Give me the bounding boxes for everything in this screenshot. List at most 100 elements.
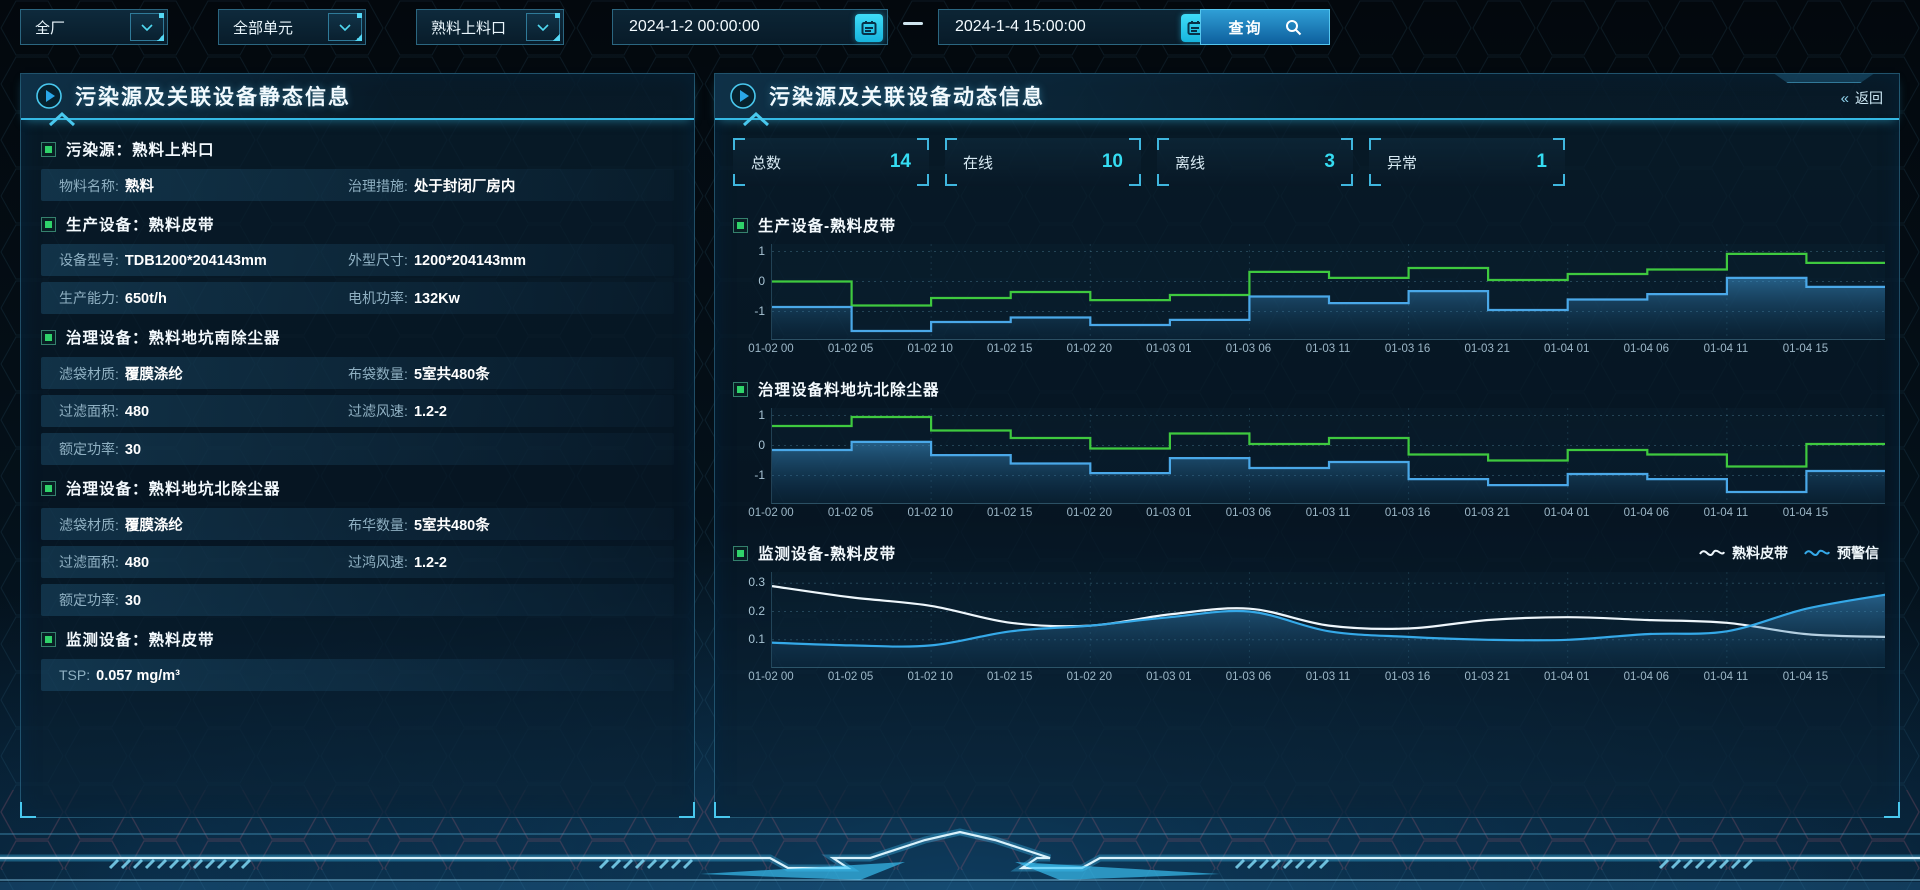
info-value: 30 — [125, 593, 141, 609]
info-cell: 额定功率: 30 — [59, 590, 674, 610]
legend-item-熟料皮带[interactable]: 熟料皮带 — [1699, 543, 1788, 563]
stat-box-异常[interactable]: 异常1 — [1369, 138, 1565, 186]
info-cell: 物料名称:熟料 — [59, 175, 348, 196]
chevron-down-icon — [328, 13, 362, 41]
x-axis-tick: 01-03 21 — [1464, 343, 1509, 355]
legend-item-预警信[interactable]: 预警信 — [1804, 543, 1879, 563]
search-button[interactable]: 查询 — [1200, 9, 1330, 45]
stat-box-离线[interactable]: 离线 3 — [1157, 138, 1353, 186]
y-axis-tick: 0.3 — [733, 575, 765, 589]
info-label: 额定功率: — [59, 590, 119, 610]
y-axis-tick: -1 — [733, 304, 765, 318]
stat-value: 10 — [1102, 151, 1123, 173]
source-select[interactable]: 熟料上料口 — [416, 9, 564, 45]
x-axis-tick: 01-03 06 — [1226, 671, 1271, 683]
back-button[interactable]: « 返回 — [1841, 88, 1883, 108]
x-axis-tick: 01-02 20 — [1067, 507, 1112, 519]
stat-value: 3 — [1324, 151, 1335, 173]
chart-section-2: 监测设备-熟料皮带熟料皮带预警信0.30.20.101-02 0001-02 0… — [733, 540, 1881, 689]
x-axis-tick: 01-02 00 — [748, 507, 793, 519]
chart-plot-0[interactable] — [771, 244, 1885, 340]
stat-label: 离线 — [1175, 152, 1205, 173]
info-label: 过滤面积: — [59, 401, 119, 421]
green-square-icon — [41, 330, 56, 345]
end-datetime-value: 2024-1-4 15:00:00 — [955, 18, 1086, 36]
info-cell: 布袋数量:5室共480条 — [348, 363, 637, 384]
info-value: 5室共480条 — [414, 363, 490, 384]
info-value: 5室共480条 — [414, 514, 490, 535]
x-axis-tick: 01-02 00 — [748, 343, 793, 355]
plant-select[interactable]: 全厂 — [20, 9, 168, 45]
legend-label: 预警信 — [1837, 543, 1879, 563]
x-axis-tick: 01-03 01 — [1146, 343, 1191, 355]
info-cell: 过滤风速:1.2-2 — [348, 401, 637, 421]
stat-box-总数[interactable]: 总数14 — [733, 138, 929, 186]
info-label: 外型尺寸: — [348, 250, 408, 270]
section-heading-text: 污染源：熟料上料口 — [66, 138, 215, 160]
back-button-label: 返回 — [1855, 88, 1883, 108]
x-axis-tick: 01-03 16 — [1385, 671, 1430, 683]
y-axis-tick: 0 — [733, 438, 765, 452]
x-axis-tick: 01-03 16 — [1385, 507, 1430, 519]
info-row: 生产能力:650t/h电机功率:132Kw — [41, 282, 674, 314]
x-axis-tick: 01-03 21 — [1464, 507, 1509, 519]
start-datetime-input[interactable]: 2024-1-2 00:00:00 — [612, 9, 888, 45]
info-label: 滤袋材质: — [59, 515, 119, 535]
info-value: 处于封闭厂房内 — [414, 175, 516, 196]
info-cell: 滤袋材质: 覆膜涤纶 — [59, 514, 348, 535]
info-cell: 过鸿风速:1.2-2 — [348, 552, 637, 572]
chart-title: 生产设备-熟料皮带 — [758, 214, 896, 236]
unit-select[interactable]: 全部单元 — [218, 9, 366, 45]
info-cell: 额定功率:30 — [59, 439, 674, 459]
info-value: 0.057 mg/m³ — [96, 668, 180, 684]
info-value: 熟料 — [125, 175, 154, 196]
section-heading: 污染源：熟料上料口 — [41, 132, 674, 166]
info-value: 480 — [125, 404, 149, 420]
chevron-down-icon — [130, 13, 164, 41]
info-label: 治理措施: — [348, 176, 408, 196]
x-axis-tick: 01-04 15 — [1783, 507, 1828, 519]
info-value: 覆膜涤纶 — [125, 363, 183, 384]
footer-decoration — [0, 828, 1920, 890]
info-value: 30 — [125, 442, 141, 458]
chart-plot-2[interactable] — [771, 572, 1885, 668]
static-info-panel-header: 污染源及关联设备静态信息 — [21, 74, 694, 120]
play-icon — [729, 82, 757, 110]
static-panel-title: 污染源及关联设备静态信息 — [75, 81, 351, 111]
calendar-icon[interactable] — [855, 14, 883, 42]
x-axis-tick: 01-04 01 — [1544, 343, 1589, 355]
end-datetime-input[interactable]: 2024-1-4 15:00:00 — [938, 9, 1214, 45]
x-axis-tick: 01-03 21 — [1464, 671, 1509, 683]
x-axis-tick: 01-04 01 — [1544, 507, 1589, 519]
stat-label: 在线 — [963, 152, 993, 173]
info-label: TSP: — [59, 667, 90, 683]
green-square-icon — [41, 632, 56, 647]
x-axis-tick: 01-02 20 — [1067, 343, 1112, 355]
info-row: 额定功率: 30 — [41, 584, 674, 616]
dynamic-info-panel-header: 污染源及关联设备动态信息 « 返回 — [715, 74, 1899, 120]
info-row: 额定功率:30 — [41, 433, 674, 465]
info-row: 滤袋材质:覆膜涤纶布袋数量:5室共480条 — [41, 357, 674, 389]
section-heading-text: 治理设备：熟料地坑北除尘器 — [66, 477, 281, 499]
search-button-label: 查询 — [1228, 17, 1262, 38]
back-arrows-icon: « — [1841, 90, 1849, 107]
chart-section-1: 治理设备料地坑北除尘器10-101-02 0001-02 0501-02 100… — [733, 376, 1881, 525]
info-row: 过滤面积: 480 过滤风速:1.2-2 — [41, 395, 674, 427]
chart-plot-1[interactable] — [771, 408, 1885, 504]
x-axis-tick: 01-04 01 — [1544, 671, 1589, 683]
info-cell: 外型尺寸:1200*204143mm — [348, 250, 637, 270]
stat-value: 1 — [1536, 151, 1547, 173]
date-range-separator — [903, 22, 923, 25]
info-cell: 布华数量:5室共480条 — [348, 514, 637, 535]
y-axis-tick: 0.1 — [733, 632, 765, 646]
y-axis-tick: 0 — [733, 274, 765, 288]
section-heading: 治理设备：熟料地坑北除尘器 — [41, 471, 674, 505]
green-square-icon — [733, 382, 748, 397]
info-cell: 滤袋材质:覆膜涤纶 — [59, 363, 348, 384]
section-heading: 治理设备：熟料地坑南除尘器 — [41, 320, 674, 354]
top-toolbar: 全厂 全部单元 熟料上料口 2024-1-2 00:00:00 2024 — [0, 0, 1920, 56]
info-value: 覆膜涤纶 — [125, 514, 183, 535]
play-icon — [35, 82, 63, 110]
info-label: 电机功率: — [348, 288, 408, 308]
stat-box-在线[interactable]: 在线 10 — [945, 138, 1141, 186]
